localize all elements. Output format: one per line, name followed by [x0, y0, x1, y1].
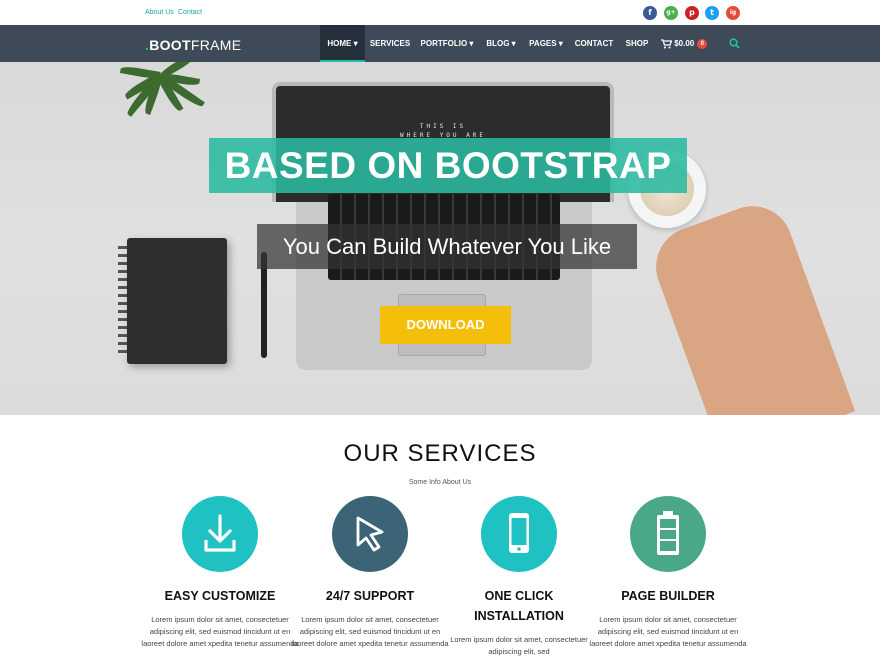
cart-total: $0.00 — [674, 39, 695, 48]
about-us-link[interactable]: About Us — [145, 9, 174, 16]
nav-contact[interactable]: CONTACT — [571, 25, 617, 62]
search-icon — [728, 38, 740, 50]
service-title: EASY CUSTOMIZE — [164, 589, 276, 603]
service-text: Lorem ipsum dolor sit amet, consectetuer… — [141, 615, 299, 648]
download-button[interactable]: DOWNLOAD — [380, 306, 511, 344]
site-logo[interactable]: .BOOTFRAME — [145, 37, 241, 53]
services-title: OUR SERVICES — [343, 440, 537, 467]
hand-image — [644, 194, 856, 415]
hero-subheadline: You Can Build Whatever You Like — [257, 224, 637, 269]
service-text: Lorem ipsum dolor sit amet, consectetuer… — [589, 615, 747, 648]
service-title: ONE CLICK INSTALLATION — [474, 589, 564, 623]
service-card: PAGE BUILDER Lorem ipsum dolor sit amet,… — [588, 496, 748, 650]
nav-pages[interactable]: PAGES ▾ — [524, 25, 568, 62]
mobile-phone-icon — [481, 496, 557, 572]
main-navbar: .BOOTFRAME HOME ▾ SERVICES PORTFOLIO ▾ B… — [0, 25, 880, 62]
cart-button[interactable]: $0.00 0 — [661, 25, 711, 62]
nav-services[interactable]: SERVICES — [366, 25, 414, 62]
cart-count-badge: 0 — [697, 38, 708, 49]
plant-image — [100, 62, 260, 122]
service-title: 24/7 SUPPORT — [325, 589, 415, 603]
search-button[interactable] — [726, 25, 742, 62]
download-icon — [182, 496, 258, 572]
service-title: PAGE BUILDER — [621, 589, 715, 603]
nav-blog[interactable]: BLOG ▾ — [481, 25, 521, 62]
google-plus-icon[interactable]: g+ — [664, 6, 678, 20]
service-card: ONE CLICK INSTALLATION Lorem ipsum dolor… — [439, 496, 599, 658]
service-card: 24/7 SUPPORT Lorem ipsum dolor sit amet,… — [290, 496, 450, 650]
nav-home[interactable]: HOME ▾ — [320, 25, 365, 62]
battery-icon — [630, 496, 706, 572]
nav-portfolio[interactable]: PORTFOLIO ▾ — [417, 25, 477, 62]
cart-icon — [661, 39, 673, 49]
pinterest-icon[interactable]: p — [685, 6, 699, 20]
cursor-icon — [332, 496, 408, 572]
service-text: Lorem ipsum dolor sit amet, consectetuer… — [450, 635, 588, 656]
hero-headline: BASED ON BOOTSTRAP — [209, 138, 687, 193]
nav-shop[interactable]: SHOP — [621, 25, 653, 62]
top-bar: About Us Contact f g+ p t ig — [0, 0, 880, 25]
service-card: EASY CUSTOMIZE Lorem ipsum dolor sit ame… — [140, 496, 300, 650]
services-subtitle: Some Info About Us — [408, 479, 472, 486]
facebook-icon[interactable]: f — [643, 6, 657, 20]
twitter-icon[interactable]: t — [705, 6, 719, 20]
instagram-icon[interactable]: ig — [726, 6, 740, 20]
service-text: Lorem ipsum dolor sit amet, consectetuer… — [291, 615, 449, 648]
contact-link[interactable]: Contact — [178, 9, 202, 16]
notebook-image — [127, 238, 227, 364]
